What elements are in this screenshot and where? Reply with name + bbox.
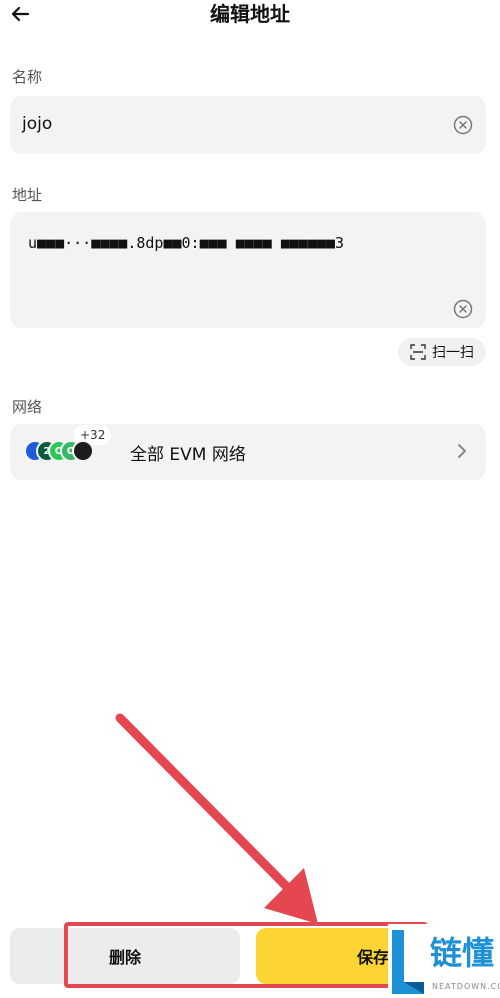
- scan-icon: [410, 344, 426, 360]
- name-input-value[interactable]: jojo: [22, 114, 52, 134]
- name-field[interactable]: jojo: [10, 96, 486, 154]
- chevron-right-icon: [458, 444, 466, 458]
- address-input-value[interactable]: u■■■···■■■■.8dp■■0:■■■ ■■■■ ■■■■■■3: [28, 234, 462, 252]
- header: 编辑地址: [0, 0, 500, 30]
- network-value: 全部 EVM 网络: [130, 445, 246, 465]
- watermark-logo-icon: [392, 930, 424, 994]
- address-field[interactable]: u■■■···■■■■.8dp■■0:■■■ ■■■■ ■■■■■■3: [10, 212, 486, 328]
- scan-label: 扫一扫: [432, 345, 474, 361]
- name-label: 名称: [12, 68, 43, 86]
- watermark-subtext: NEATDOWN.COM: [432, 982, 500, 991]
- delete-button[interactable]: 删除: [10, 928, 240, 984]
- clear-name-icon[interactable]: [452, 114, 474, 136]
- clear-address-icon[interactable]: [452, 298, 474, 320]
- watermark-text: 链懂: [430, 934, 495, 972]
- scan-button[interactable]: 扫一扫: [398, 338, 486, 366]
- chain-icons: 2OO: [24, 440, 134, 462]
- address-label: 地址: [12, 186, 43, 204]
- network-selector[interactable]: 2OO +32 全部 EVM 网络: [10, 424, 486, 480]
- watermark: 链懂 NEATDOWN.COM: [388, 924, 500, 998]
- chain-5-icon: [72, 440, 94, 462]
- page-title: 编辑地址: [210, 2, 290, 26]
- network-label: 网络: [12, 398, 43, 416]
